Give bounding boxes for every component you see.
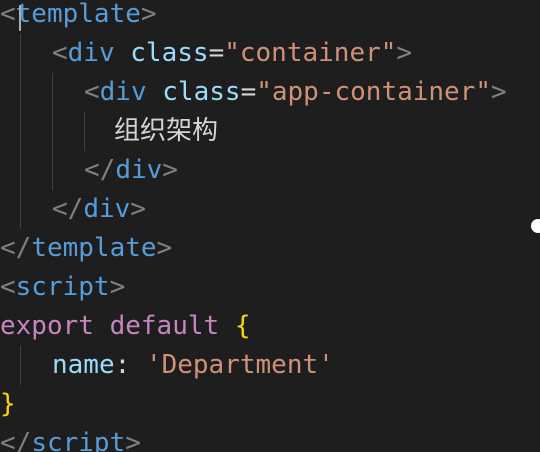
tag-close-bracket: > <box>109 272 126 302</box>
tag-name: script <box>15 272 110 302</box>
tag-name: div <box>99 77 147 107</box>
tag-open-bracket: </ <box>0 428 32 452</box>
code-line-2[interactable]: <div class="container"> <box>0 34 412 73</box>
code-line-3[interactable]: <div class="app-container"> <box>0 73 507 112</box>
tag-close-bracket: > <box>156 233 173 263</box>
tag-open-bracket: </ <box>52 194 84 224</box>
tag-name: script <box>31 428 126 452</box>
tag-close-bracket: > <box>396 38 413 68</box>
code-line-10[interactable]: name: 'Department' <box>0 346 334 385</box>
tag-name: div <box>67 38 115 68</box>
code-line-6[interactable]: </div> <box>0 190 146 229</box>
close-brace: } <box>0 389 16 419</box>
attribute-name: class <box>162 77 241 107</box>
equals: = <box>240 77 257 107</box>
tag-close-bracket: > <box>491 77 507 107</box>
code-line-7[interactable]: </template> <box>0 229 172 268</box>
tag-open-bracket: < <box>0 272 16 302</box>
tag-open-bracket: </ <box>84 155 116 185</box>
code-line-12[interactable]: </script> <box>0 424 141 452</box>
tag-close-bracket: > <box>140 0 157 29</box>
attribute-value: "container" <box>224 38 397 68</box>
tag-open-bracket: < <box>52 38 68 68</box>
tag-name: div <box>115 155 163 185</box>
tag-close-bracket: > <box>162 155 178 185</box>
tag-close-bracket: > <box>130 194 146 224</box>
attribute-name: class <box>130 38 209 68</box>
code-line-4[interactable]: 组织架构 <box>0 112 218 151</box>
tag-open-bracket: </ <box>0 233 32 263</box>
code-line-9[interactable]: export default { <box>0 307 250 346</box>
tag-name: template <box>31 233 157 263</box>
colon: : <box>114 350 146 380</box>
tag-open-bracket: < <box>84 77 100 107</box>
attribute-value: "app-container" <box>256 77 492 107</box>
code-line-5[interactable]: </div> <box>0 151 178 190</box>
property-name: name <box>52 350 115 380</box>
code-line-11[interactable]: } <box>0 385 16 424</box>
code-editor[interactable]: <template> <div class="container"> <div … <box>0 0 540 452</box>
tag-open-bracket: < <box>0 0 16 29</box>
tag-name: template <box>15 0 141 29</box>
open-brace: { <box>234 311 251 341</box>
code-line-1[interactable]: <template> <box>0 0 157 34</box>
equals: = <box>208 38 225 68</box>
scroll-indicator-dot[interactable] <box>531 219 540 233</box>
keyword-default: default <box>109 311 220 341</box>
tag-name: div <box>83 194 131 224</box>
keyword-export: export <box>0 311 94 341</box>
tag-close-bracket: > <box>125 428 141 452</box>
code-line-8[interactable]: <script> <box>0 268 125 307</box>
text-content: 组织架构 <box>114 116 219 146</box>
string-value: 'Department' <box>145 350 334 380</box>
text-cursor <box>19 5 21 31</box>
